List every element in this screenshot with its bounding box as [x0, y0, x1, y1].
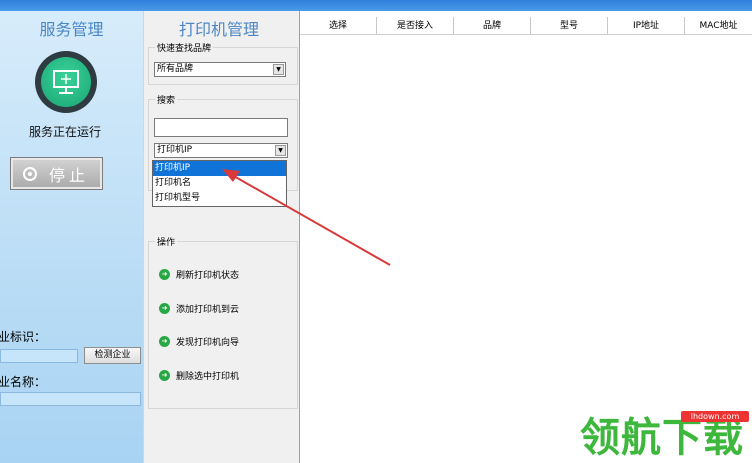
- annotation-arrow: [222, 169, 391, 266]
